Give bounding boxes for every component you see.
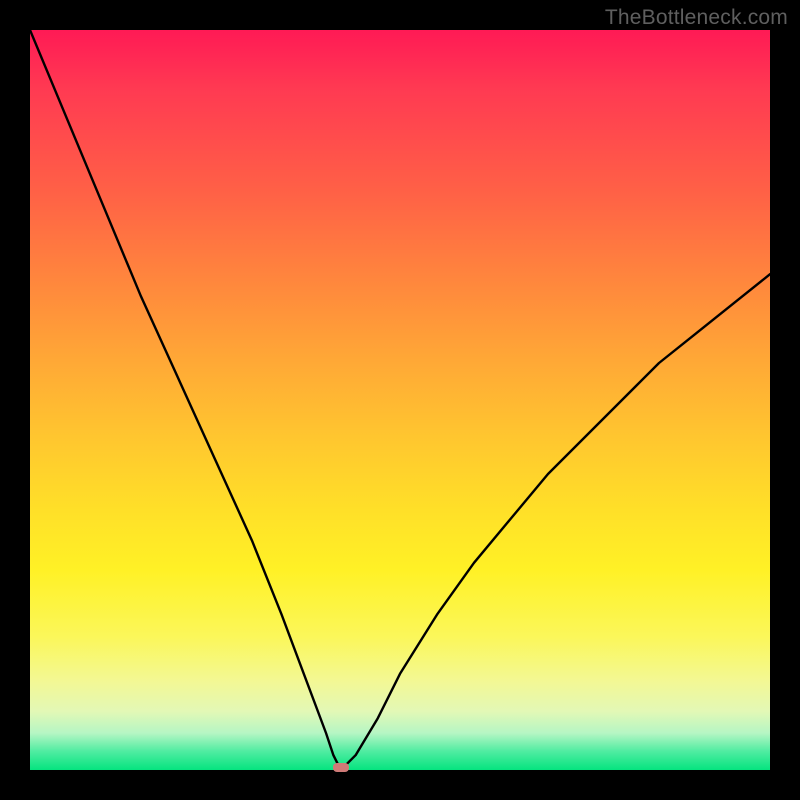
bottleneck-curve	[30, 30, 770, 770]
optimum-marker	[333, 763, 349, 772]
plot-area	[30, 30, 770, 770]
watermark-text: TheBottleneck.com	[605, 6, 788, 30]
